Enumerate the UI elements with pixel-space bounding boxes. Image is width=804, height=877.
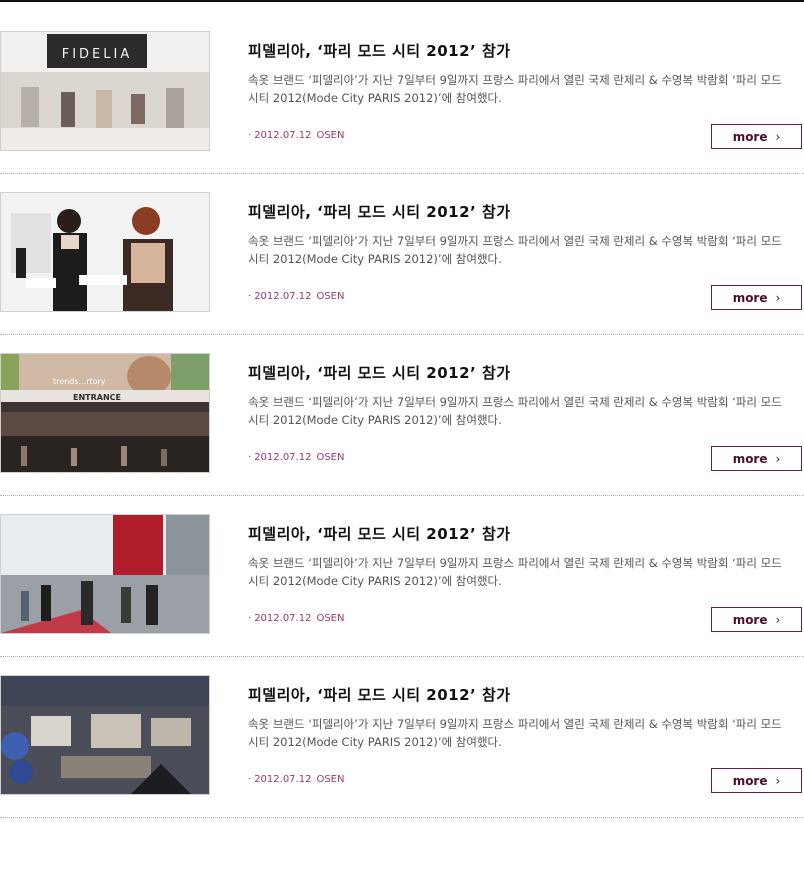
thumb-banner-text: trends...rtory xyxy=(53,377,106,386)
news-title[interactable]: 피델리아, ‘파리 모드 시티 2012’ 참가 xyxy=(248,684,511,705)
bullet-icon: · xyxy=(248,291,252,302)
outdoor-crowd-photo xyxy=(1,515,209,633)
more-button[interactable]: more › xyxy=(711,768,802,793)
entrance-photo: trends...rtory ENTRANCE xyxy=(1,354,209,472)
news-date: 2012.07.12 xyxy=(254,613,312,624)
top-border xyxy=(0,0,804,2)
news-meta: · 2012.07.12 OSEN xyxy=(248,774,344,785)
interview-photo xyxy=(1,193,209,311)
more-label: more xyxy=(732,290,768,305)
news-thumbnail[interactable] xyxy=(0,675,210,795)
more-label: more xyxy=(732,451,768,466)
thumb-entrance-text: ENTRANCE xyxy=(73,393,121,402)
news-item: 피델리아, ‘파리 모드 시티 2012’ 참가 속옷 브랜드 ‘피델리아’가 … xyxy=(0,496,804,657)
news-description: 속옷 브랜드 ‘피델리아’가 지난 7일부터 9일까지 프랑스 파리에서 열린 … xyxy=(248,73,782,105)
news-thumbnail[interactable]: FIDELIA xyxy=(0,31,210,151)
news-meta: · 2012.07.12 OSEN xyxy=(248,613,344,624)
more-button[interactable]: more › xyxy=(711,607,802,632)
bullet-icon: · xyxy=(248,774,252,785)
news-description: 속옷 브랜드 ‘피델리아’가 지난 7일부터 9일까지 프랑스 파리에서 열린 … xyxy=(248,556,782,588)
booth-photo: FIDELIA xyxy=(1,32,209,150)
news-source: OSEN xyxy=(316,130,345,141)
news-title[interactable]: 피델리아, ‘파리 모드 시티 2012’ 참가 xyxy=(248,523,511,544)
news-thumbnail[interactable] xyxy=(0,514,210,634)
bullet-icon: · xyxy=(248,452,252,463)
chevron-right-icon: › xyxy=(775,773,781,788)
chevron-right-icon: › xyxy=(775,612,781,627)
news-date: 2012.07.12 xyxy=(254,291,312,302)
chevron-right-icon: › xyxy=(775,129,781,144)
news-date: 2012.07.12 xyxy=(254,774,312,785)
more-label: more xyxy=(732,129,768,144)
news-meta: · 2012.07.12 OSEN xyxy=(248,291,344,302)
more-button[interactable]: more › xyxy=(711,285,802,310)
news-title[interactable]: 피델리아, ‘파리 모드 시티 2012’ 참가 xyxy=(248,362,511,383)
chevron-right-icon: › xyxy=(775,451,781,466)
news-description: 속옷 브랜드 ‘피델리아’가 지난 7일부터 9일까지 프랑스 파리에서 열린 … xyxy=(248,717,782,749)
news-meta: · 2012.07.12 OSEN xyxy=(248,130,344,141)
news-list: FIDELIA 피델리아, ‘파리 모드 시티 2012’ 참가 속옷 브랜드 … xyxy=(0,13,804,818)
news-thumbnail[interactable] xyxy=(0,192,210,312)
bullet-icon: · xyxy=(248,613,252,624)
news-source: OSEN xyxy=(316,291,345,302)
news-description: 속옷 브랜드 ‘피델리아’가 지난 7일부터 9일까지 프랑스 파리에서 열린 … xyxy=(248,234,782,266)
news-description: 속옷 브랜드 ‘피델리아’가 지난 7일부터 9일까지 프랑스 파리에서 열린 … xyxy=(248,395,782,427)
news-date: 2012.07.12 xyxy=(254,130,312,141)
thumb-logo-text: FIDELIA xyxy=(62,47,133,62)
news-item: 피델리아, ‘파리 모드 시티 2012’ 참가 속옷 브랜드 ‘피델리아’가 … xyxy=(0,657,804,818)
more-label: more xyxy=(732,612,768,627)
news-source: OSEN xyxy=(316,774,345,785)
more-button[interactable]: more › xyxy=(711,446,802,471)
chevron-right-icon: › xyxy=(775,290,781,305)
news-item: trends...rtory ENTRANCE 피델리아, ‘파리 모드 시티 … xyxy=(0,335,804,496)
news-source: OSEN xyxy=(316,613,345,624)
news-title[interactable]: 피델리아, ‘파리 모드 시티 2012’ 참가 xyxy=(248,201,511,222)
news-meta: · 2012.07.12 OSEN xyxy=(248,452,344,463)
news-thumbnail[interactable]: trends...rtory ENTRANCE xyxy=(0,353,210,473)
news-date: 2012.07.12 xyxy=(254,452,312,463)
more-button[interactable]: more › xyxy=(711,124,802,149)
news-item: 피델리아, ‘파리 모드 시티 2012’ 참가 속옷 브랜드 ‘피델리아’가 … xyxy=(0,174,804,335)
news-source: OSEN xyxy=(316,452,345,463)
more-label: more xyxy=(732,773,768,788)
bullet-icon: · xyxy=(248,130,252,141)
news-item: FIDELIA 피델리아, ‘파리 모드 시티 2012’ 참가 속옷 브랜드 … xyxy=(0,13,804,174)
exhibition-hall-photo xyxy=(1,676,209,794)
news-title[interactable]: 피델리아, ‘파리 모드 시티 2012’ 참가 xyxy=(248,40,511,61)
